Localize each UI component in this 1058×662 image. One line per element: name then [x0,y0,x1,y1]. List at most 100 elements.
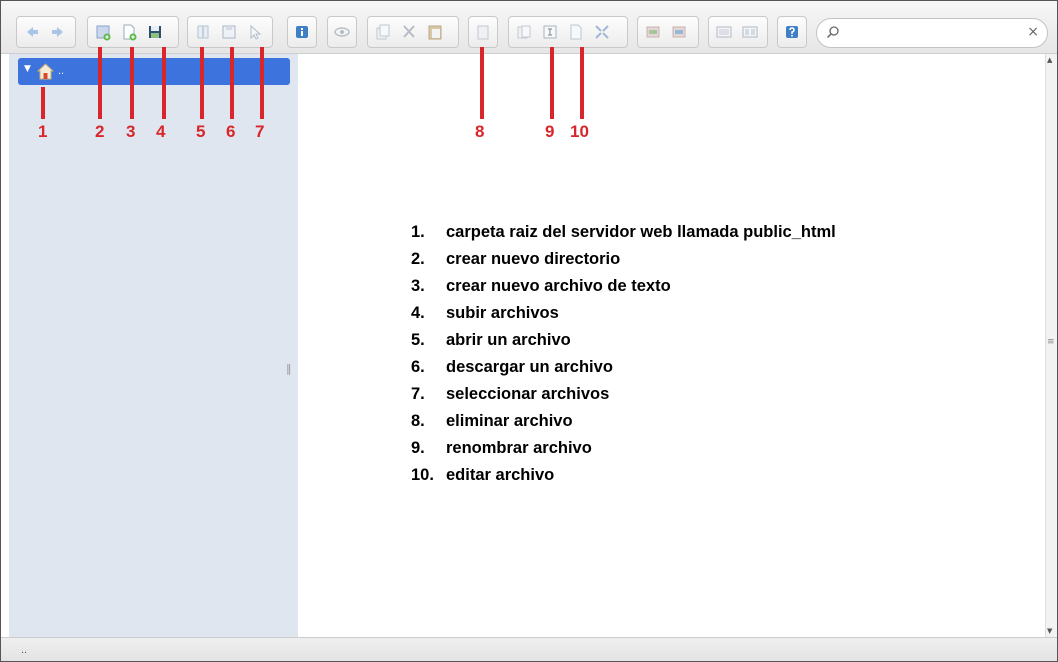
legend-item-number: 9. [411,439,425,457]
search-icon [826,26,839,39]
info-button[interactable] [290,19,314,45]
scroll-up-icon[interactable]: ▲ [1047,56,1052,64]
eye-icon [334,27,350,37]
view-icons-icon [716,26,732,38]
legend-item: 2. crear nuevo directorio [411,250,836,277]
annotation-line-7 [260,47,264,119]
cut-button[interactable] [396,19,422,45]
legend-item-number: 2. [411,250,425,268]
home-icon [37,63,54,80]
annotation-number-5: 5 [196,122,206,141]
legend-item: 5. abrir un archivo [411,331,836,358]
legend-item-text: renombrar archivo [446,439,592,457]
open-button[interactable] [190,19,216,45]
legend-item-text: seleccionar archivos [446,385,610,403]
annotation-line-2 [98,47,102,119]
annotation-number-7: 7 [255,122,265,141]
toolbar-group-preview [327,16,357,48]
toolbar-group-view [708,16,768,48]
paste-icon [428,25,442,40]
archive-button[interactable] [640,19,666,45]
select-button[interactable] [242,19,268,45]
forward-button[interactable] [45,19,71,45]
help-icon [786,26,798,38]
new-folder-button[interactable] [90,19,116,45]
legend-item-number: 4. [411,304,425,322]
status-bar: .. [1,637,1057,661]
scroll-grip-icon[interactable]: ≡ [1047,337,1055,347]
view-list-button[interactable] [737,19,763,45]
tree-root-item[interactable]: ▼ .. [18,58,290,85]
legend-item-text: editar archivo [446,466,555,484]
archive-icon [646,26,660,38]
extract-button[interactable] [666,19,692,45]
toolbar-group-archive [637,16,699,48]
edit-button[interactable] [563,19,589,45]
rename-icon [543,25,557,39]
arrow-right-icon [52,27,63,37]
view-list-icon [742,26,758,38]
trash-icon [477,25,489,40]
annotation-number-4: 4 [156,122,166,141]
annotation-number-3: 3 [126,122,136,141]
folder-add-icon [96,25,111,41]
annotation-legend: 1. carpeta raiz del servidor web llamada … [411,223,836,493]
new-text-file-button[interactable] [116,19,142,45]
duplicate-icon [517,25,531,39]
toolbar-group-info [287,16,317,48]
toolbar-group-create [87,16,179,48]
legend-item-text: eliminar archivo [446,412,573,430]
arrow-left-icon [27,27,38,37]
scroll-down-icon[interactable]: ▼ [1047,627,1052,635]
duplicate-button[interactable] [511,19,537,45]
status-path: .. [21,644,28,656]
legend-item-number: 7. [411,385,425,403]
toolbar-group-clipboard [367,16,459,48]
toolbar-group-edit [508,16,628,48]
open-icon [197,25,209,39]
annotation-line-1 [41,87,45,119]
annotation-line-8 [480,47,484,119]
legend-item-text: subir archivos [446,304,559,322]
rename-button[interactable] [537,19,563,45]
download-button[interactable] [216,19,242,45]
legend-item: 7. seleccionar archivos [411,385,836,412]
cut-icon [403,25,415,38]
annotation-number-6: 6 [226,122,236,141]
vertical-scrollbar[interactable]: ▲ ≡ ▼ [1045,54,1057,637]
edit-icon [570,24,582,40]
annotation-number-8: 8 [475,122,485,141]
expand-arrow-icon[interactable]: ▼ [24,64,31,74]
legend-item-text: carpeta raiz del servidor web llamada pu… [446,223,836,241]
select-pointer-icon [250,24,262,40]
legend-item-number: 1. [411,223,425,241]
clear-search-icon[interactable]: × [1027,24,1039,40]
help-button[interactable] [780,19,804,45]
toolbar-group-delete [468,16,498,48]
legend-item: 4. subir archivos [411,304,836,331]
toolbar-group-navigation [16,16,76,48]
legend-item: 3. crear nuevo archivo de texto [411,277,836,304]
search-box: × [816,18,1048,48]
preview-button[interactable] [330,19,354,45]
legend-item-number: 3. [411,277,425,295]
legend-item-text: crear nuevo directorio [446,250,621,268]
resize-button[interactable] [589,19,615,45]
annotation-number-9: 9 [545,122,555,141]
paste-button[interactable] [422,19,448,45]
resize-icon [595,25,609,39]
sidebar-resize-handle[interactable]: ‖ [286,362,292,375]
search-input[interactable] [845,23,1029,45]
back-button[interactable] [19,19,45,45]
legend-item-text: crear nuevo archivo de texto [446,277,671,295]
legend-item-number: 6. [411,358,425,376]
copy-button[interactable] [370,19,396,45]
view-icons-button[interactable] [711,19,737,45]
toolbar: × [1,1,1057,54]
upload-button[interactable] [142,19,168,45]
info-icon [296,26,308,38]
delete-button[interactable] [471,19,495,45]
tree-root-label: .. [58,65,65,77]
annotation-line-6 [230,47,234,119]
legend-item: 10. editar archivo [411,466,836,493]
